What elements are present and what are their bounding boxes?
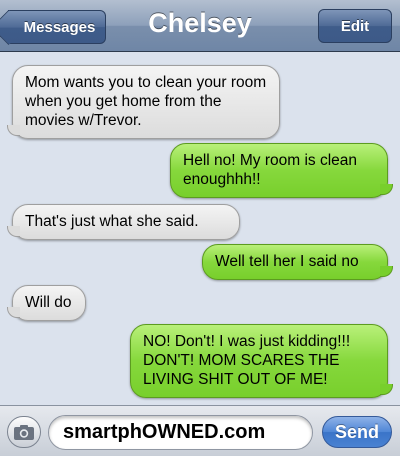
back-messages-button[interactable]: Messages	[8, 10, 106, 44]
camera-button[interactable]	[7, 416, 41, 448]
back-button-label: Messages	[23, 18, 96, 36]
navigation-bar: Messages Chelsey Edit	[0, 0, 400, 52]
camera-icon	[14, 424, 34, 440]
incoming-message: Mom wants you to clean your room when yo…	[7, 65, 280, 139]
edit-button[interactable]: Edit	[318, 9, 392, 43]
outgoing-message: NO! Don't! I was just kidding!!! DON'T! …	[130, 324, 393, 398]
incoming-message: That's just what she said.	[7, 204, 240, 240]
incoming-message: Will do	[7, 285, 86, 321]
send-button[interactable]: Send	[322, 416, 392, 448]
message-input[interactable]: smartphOWNED.com	[48, 415, 313, 450]
conversation-title: Chelsey	[148, 8, 252, 38]
outgoing-message: Well tell her I said no	[202, 244, 393, 280]
outgoing-message: Hell no! My room is clean enoughhh!!	[170, 143, 393, 198]
message-composer: smartphOWNED.com Send	[0, 405, 400, 456]
